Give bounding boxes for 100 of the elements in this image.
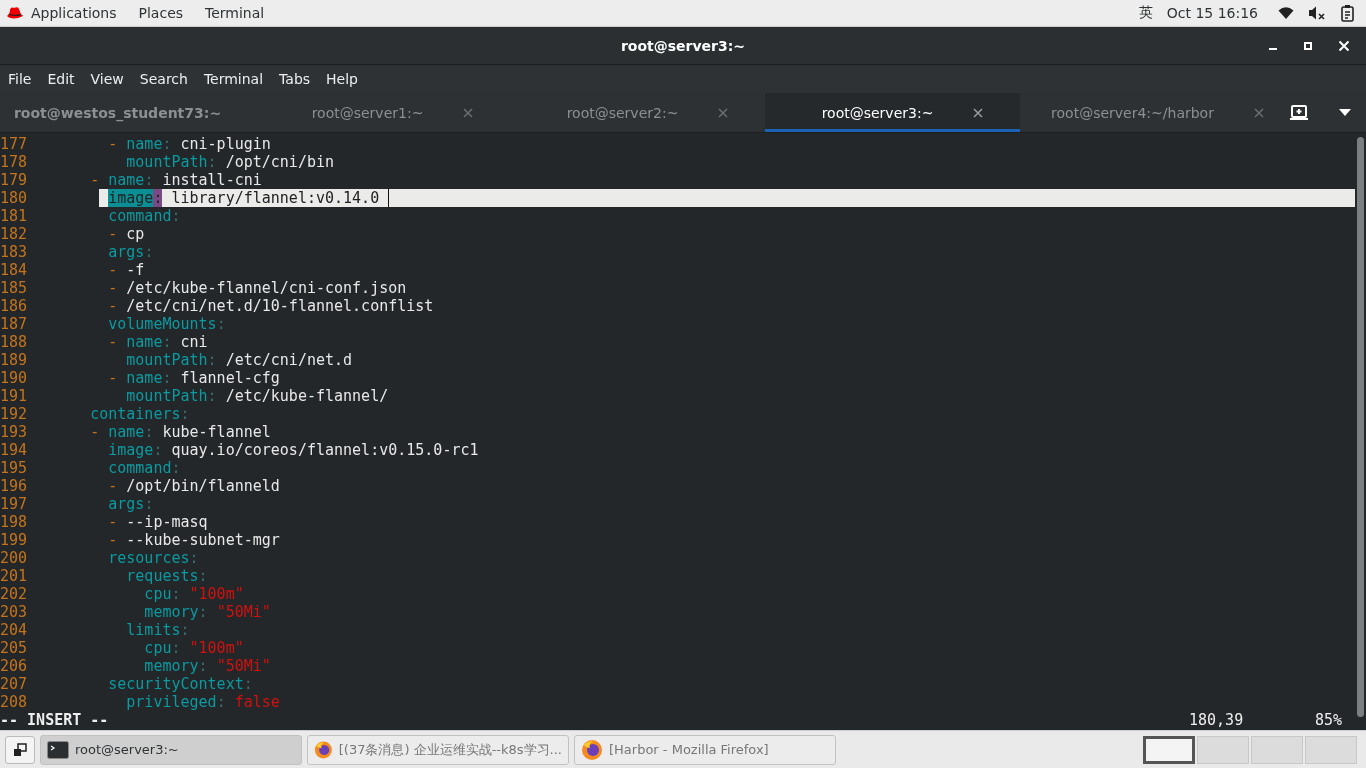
code-line: cpu: "100m" [143,585,244,603]
code-line: - /etc/cni/net.d/10-flannel.conflist [107,297,434,315]
menu-item[interactable]: Tabs [279,71,311,87]
menu-item[interactable]: Edit [47,71,75,87]
cursor-position: 180,39 [1189,711,1245,729]
code-line: - /etc/kube-flannel/cni-conf.json [107,279,407,297]
input-method-indicator[interactable]: 英 [1138,4,1153,22]
text-cursor [388,189,390,207]
code-line: cpu: "100m" [143,639,244,657]
code-line: mountPath: /etc/cni/net.d [125,351,353,369]
code-line: - --kube-subnet-mgr [107,531,280,549]
browser-icon [581,738,603,761]
menu-item[interactable]: Terminal [203,71,264,87]
code-line: - name: cni [107,333,208,351]
line-number: 184 [0,261,29,279]
terminal-tab[interactable]: root@server2:~ [510,93,765,132]
code-line: limits: [125,621,190,639]
line-number: 198 [0,513,29,531]
window-title: root@server3:~ [620,37,746,54]
new-tab-icon[interactable] [1290,104,1309,121]
line-number: 188 [0,333,29,351]
clipboard-icon[interactable] [1340,4,1356,22]
line-number: 197 [0,495,29,513]
code-line: - name: cni-plugin [107,135,271,153]
code-line: args: [107,243,154,261]
terminal-tab[interactable]: root@server1:~ [255,93,510,132]
line-number: 199 [0,531,29,549]
code-line: - name: kube-flannel [89,423,271,441]
line-number: 177 [0,135,29,153]
top-menu-item[interactable]: Applications [31,5,117,21]
code-line: - --ip-masq [107,513,208,531]
line-number: 200 [0,549,29,567]
code-line: - -f [107,261,145,279]
search-match-highlight: : [153,189,163,207]
code-line: - name: flannel-cfg [107,369,280,387]
windows-icon [13,742,27,757]
line-number: 179 [0,171,29,189]
code-line: mountPath: /etc/kube-flannel/ [125,387,389,405]
wifi-icon[interactable] [1278,6,1294,20]
code-line: command: [107,459,181,477]
code-line: args: [107,495,154,513]
top-menu-item[interactable]: Places [138,5,184,21]
code-line: mountPath: /opt/cni/bin [125,153,335,171]
line-number: 207 [0,675,29,693]
code-line: requests: [125,567,208,585]
line-number: 192 [0,405,29,423]
line-number: 202 [0,585,29,603]
menu-item[interactable]: File [8,71,32,87]
line-number: 189 [0,351,29,369]
maximize-icon[interactable] [1303,41,1313,51]
terminal-tab[interactable]: root@server3:~ [765,93,1020,132]
code-line: privileged: false [125,693,280,711]
scroll-percent: 85% [1315,711,1343,729]
line-number: 186 [0,297,29,315]
menu-item[interactable]: Help [326,71,358,87]
terminal-icon [47,740,69,759]
line-number: 180 [0,189,29,207]
line-number: 193 [0,423,29,441]
code-text: library/flannel:v0.14.0 [170,189,380,207]
code-line: resources: [107,549,199,567]
code-line: memory: "50Mi" [143,657,271,675]
line-number: 201 [0,567,29,585]
code-line: volumeMounts: [107,315,226,333]
line-number: 187 [0,315,29,333]
line-number: 204 [0,621,29,639]
hat-logo-icon[interactable] [6,6,24,20]
code-line: - cp [107,225,145,243]
taskbar-window-button[interactable]: root@server3:~ [40,734,302,765]
line-number: 178 [0,153,29,171]
code-line: - /opt/bin/flanneld [107,477,280,495]
show-desktop-button[interactable] [5,735,35,764]
terminal-tab[interactable]: root@westos_student73:~ [0,93,255,132]
code-line: command: [107,207,181,225]
close-icon[interactable] [973,107,984,118]
browser-icon [314,738,333,761]
line-number: 196 [0,477,29,495]
volume-muted-icon[interactable] [1308,5,1326,21]
taskbar-window-button[interactable]: [(37条消息) 企业运维实战--k8s学习... [307,734,569,765]
line-number: 181 [0,207,29,225]
line-number: 206 [0,657,29,675]
code-line: memory: "50Mi" [143,603,271,621]
dropdown-caret-icon[interactable] [1338,109,1351,116]
line-number: 205 [0,639,29,657]
taskbar-window-button[interactable]: [Harbor - Mozilla Firefox] [574,734,836,765]
line-number: 191 [0,387,29,405]
code-line: containers: [89,405,190,423]
line-number: 185 [0,279,29,297]
line-number: 194 [0,441,29,459]
menu-item[interactable]: Search [139,71,188,87]
line-number: 208 [0,693,29,711]
terminal-tab[interactable]: root@server4:~/harbor [1020,93,1275,132]
workspace-switcher-cell[interactable] [1143,735,1195,764]
line-number: 195 [0,459,29,477]
scrollbar-thumb[interactable] [1357,137,1364,717]
line-number: 203 [0,603,29,621]
search-match-highlight: image [108,189,154,207]
menu-item[interactable]: View [90,71,124,87]
clock[interactable]: Oct 15 16:16 [1166,5,1258,21]
line-number: 190 [0,369,29,387]
top-menu-item[interactable]: Terminal [205,5,265,21]
